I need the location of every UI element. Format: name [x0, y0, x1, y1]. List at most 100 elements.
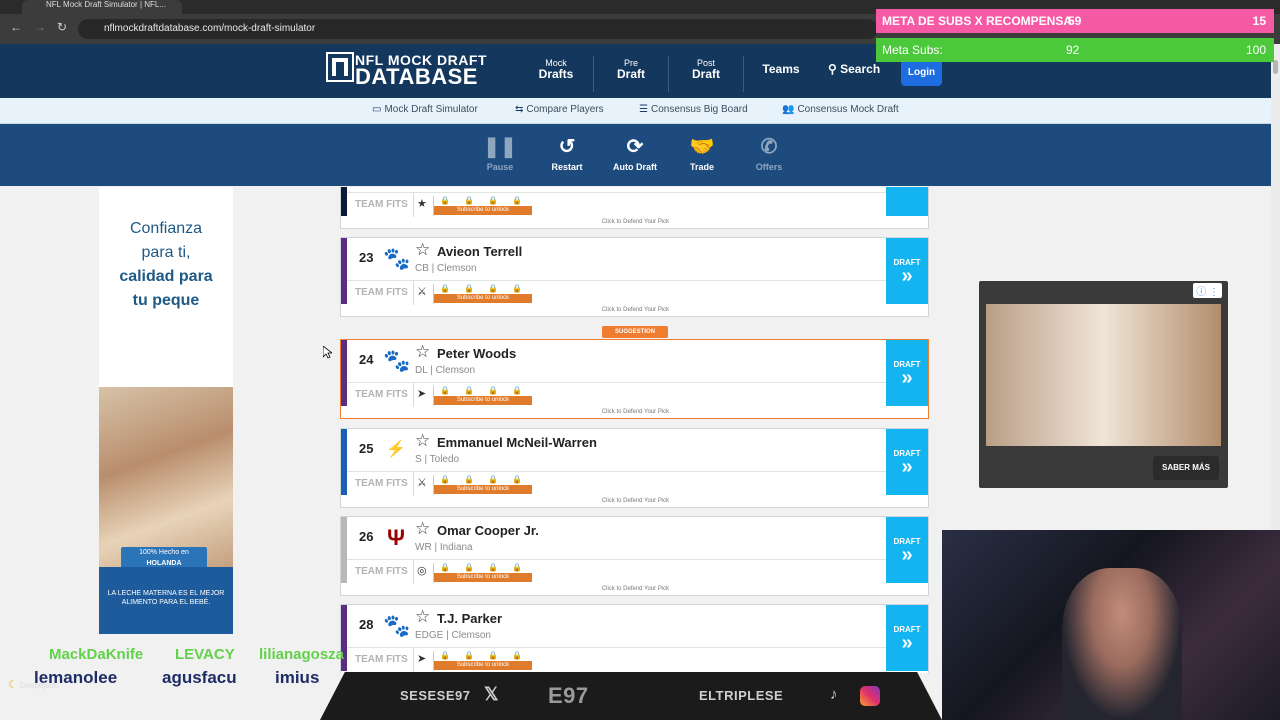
logo-icon: [326, 52, 354, 82]
pause-button[interactable]: ❚❚ Pause: [470, 136, 530, 172]
defend-pick-link[interactable]: Click to Defend Your Pick: [341, 307, 930, 313]
locked-fits[interactable]: 🔒 🔒 🔒 🔒 Subscribe to unlock: [433, 651, 532, 671]
nav-mock-drafts[interactable]: Mock Drafts: [530, 58, 582, 81]
address-bar[interactable]: nflmockdraftdatabase.com/mock-draft-simu…: [78, 19, 878, 39]
pick-number: 26: [359, 529, 374, 544]
chat-name: MackDaKnife: [49, 646, 144, 663]
lock-icon: 🔒: [464, 563, 474, 572]
saber-mas-button[interactable]: SABER MÁS: [1153, 456, 1219, 480]
nav-search[interactable]: ⚲ Search: [828, 63, 884, 76]
chevron-right-icon: »: [886, 187, 928, 189]
lock-icon: 🔒: [440, 386, 450, 395]
subnav: [0, 98, 1271, 124]
ad-video[interactable]: [986, 304, 1221, 446]
lock-icon: 🔒: [464, 386, 474, 395]
draft-button[interactable]: »: [886, 187, 928, 216]
ad-copy: Confianza para ti, calidad para tu peque: [119, 220, 213, 309]
subnav-mock-draft-simulator[interactable]: ▭ Mock Draft Simulator: [372, 104, 478, 115]
locked-fits[interactable]: 🔒 🔒 🔒 🔒 Subscribe to unlock: [433, 284, 532, 304]
player-name[interactable]: Peter Woods: [437, 346, 516, 361]
draft-button[interactable]: DRAFT»: [886, 238, 928, 304]
star-icon[interactable]: ☆: [415, 519, 430, 539]
draft-button[interactable]: DRAFT»: [886, 340, 928, 406]
defend-pick-link[interactable]: Click to Defend Your Pick: [341, 586, 930, 592]
logo-line2[interactable]: DATABASE: [355, 64, 478, 90]
star-icon[interactable]: ☆: [415, 431, 430, 451]
defend-pick-link[interactable]: Click to Defend Your Pick: [341, 409, 930, 415]
lock-icon: 🔒: [464, 196, 474, 205]
player-name[interactable]: Emmanuel McNeil-Warren: [437, 435, 597, 450]
lock-icon: 🔒: [512, 563, 522, 572]
player-card: 23 🐾 ☆ Avieon Terrell CB | Clemson TEAM …: [340, 237, 929, 317]
lock-icon: 🔒: [464, 284, 474, 293]
scrollbar-thumb[interactable]: [1273, 60, 1278, 74]
weather-widget[interactable]: ☾ Despejado: [8, 678, 58, 691]
chevron-right-icon: »: [901, 367, 913, 389]
locked-fits[interactable]: 🔒 🔒 🔒 🔒 Subscribe to unlock: [433, 196, 532, 216]
search-icon: ⚲: [828, 62, 841, 76]
subnav-compare-players[interactable]: ⇆ Compare Players: [515, 104, 604, 115]
nav-pre-draft[interactable]: Pre Draft: [606, 58, 656, 81]
right-advertisement[interactable]: ⓘ ⋮ SABER MÁS: [979, 281, 1228, 488]
player-name[interactable]: Avieon Terrell: [437, 244, 522, 259]
nav-post-draft[interactable]: Post Draft: [681, 58, 731, 81]
chat-name: LEVACY: [175, 646, 235, 663]
team-logo-icon: ⚔: [417, 286, 427, 298]
pause-icon: ❚❚: [483, 136, 517, 158]
locked-fits[interactable]: 🔒 🔒 🔒 🔒 Subscribe to unlock: [433, 475, 532, 495]
lock-icon: 🔒: [488, 475, 498, 484]
ad-photo: [99, 387, 233, 567]
star-icon[interactable]: ☆: [415, 607, 430, 627]
monitor-icon: ▭: [372, 104, 382, 115]
player-card: 26 Ψ ☆ Omar Cooper Jr. WR | Indiana TEAM…: [340, 516, 929, 596]
draft-button[interactable]: DRAFT»: [886, 517, 928, 583]
lock-icon: 🔒: [512, 651, 522, 660]
player-name[interactable]: Omar Cooper Jr.: [437, 523, 539, 538]
indiana-logo-icon: Ψ: [387, 525, 405, 550]
subnav-consensus-big-board[interactable]: ☰ Consensus Big Board: [639, 104, 748, 115]
chevron-right-icon: »: [901, 632, 913, 654]
forward-icon[interactable]: →: [34, 20, 46, 34]
nav-teams[interactable]: Teams: [758, 63, 804, 76]
lock-icon: 🔒: [512, 284, 522, 293]
team-logo-icon: ★: [417, 198, 427, 210]
clemson-paw-icon: 🐾: [383, 348, 411, 373]
reload-icon[interactable]: ↻: [57, 20, 67, 34]
locked-fits[interactable]: 🔒 🔒 🔒 🔒 Subscribe to unlock: [433, 386, 532, 406]
refresh-icon: ⟳: [626, 136, 644, 158]
draft-button[interactable]: DRAFT»: [886, 429, 928, 495]
trade-button[interactable]: 🤝 Trade: [672, 136, 732, 172]
player-position: S | Toledo: [415, 454, 460, 465]
star-icon[interactable]: ☆: [415, 240, 430, 260]
mouse-cursor-icon: [323, 346, 332, 359]
defend-pick-link[interactable]: Click to Defend Your Pick: [341, 498, 930, 504]
star-icon[interactable]: ☆: [415, 342, 430, 362]
locked-fits[interactable]: 🔒 🔒 🔒 🔒 Subscribe to unlock: [433, 563, 532, 583]
browser-tab[interactable]: NFL Mock Draft Simulator | NFL...: [22, 0, 182, 14]
draft-button[interactable]: DRAFT»: [886, 605, 928, 671]
lock-icon: 🔒: [512, 196, 522, 205]
team-fits-row: TEAM FITS ➤ 🔒 🔒 🔒 🔒 Subscribe to unlock: [347, 382, 887, 407]
clemson-paw-icon: 🐾: [383, 246, 411, 271]
player-position: WR | Indiana: [415, 542, 473, 553]
player-name[interactable]: T.J. Parker: [437, 611, 502, 626]
instagram-icon: [860, 686, 880, 706]
team-fits-row: TEAM FITS ➤ 🔒 🔒 🔒 🔒 Subscribe to unlock: [347, 647, 887, 672]
player-card: TEAM FITS ★ 🔒 🔒 🔒 🔒 Subscribe to unlock Cli…: [340, 187, 929, 229]
player-position: CB | Clemson: [415, 263, 477, 274]
auto-draft-button[interactable]: ⟳ Auto Draft: [605, 136, 665, 172]
login-button[interactable]: Login: [901, 59, 942, 86]
restart-button[interactable]: ↺ Restart: [537, 136, 597, 172]
lock-icon: 🔒: [440, 563, 450, 572]
ad-info-icon[interactable]: ⓘ ⋮: [1193, 283, 1222, 298]
subnav-consensus-mock-draft[interactable]: 👥 Consensus Mock Draft: [782, 104, 899, 115]
offers-button[interactable]: ✆ Offers: [739, 136, 799, 172]
player-list: TEAM FITS ★ 🔒 🔒 🔒 🔒 Subscribe to unlock Cli…: [340, 187, 930, 673]
restart-icon: ↺: [558, 136, 576, 158]
defend-pick-link[interactable]: Click to Defend Your Pick: [341, 219, 930, 225]
left-advertisement[interactable]: Confianza para ti, calidad para tu peque…: [99, 187, 233, 634]
back-icon[interactable]: ←: [10, 20, 22, 34]
player-card: 28 🐾 ☆ T.J. Parker EDGE | Clemson TEAM F…: [340, 604, 929, 673]
phone-icon: ✆: [760, 136, 778, 158]
pick-number: 24: [359, 352, 374, 367]
